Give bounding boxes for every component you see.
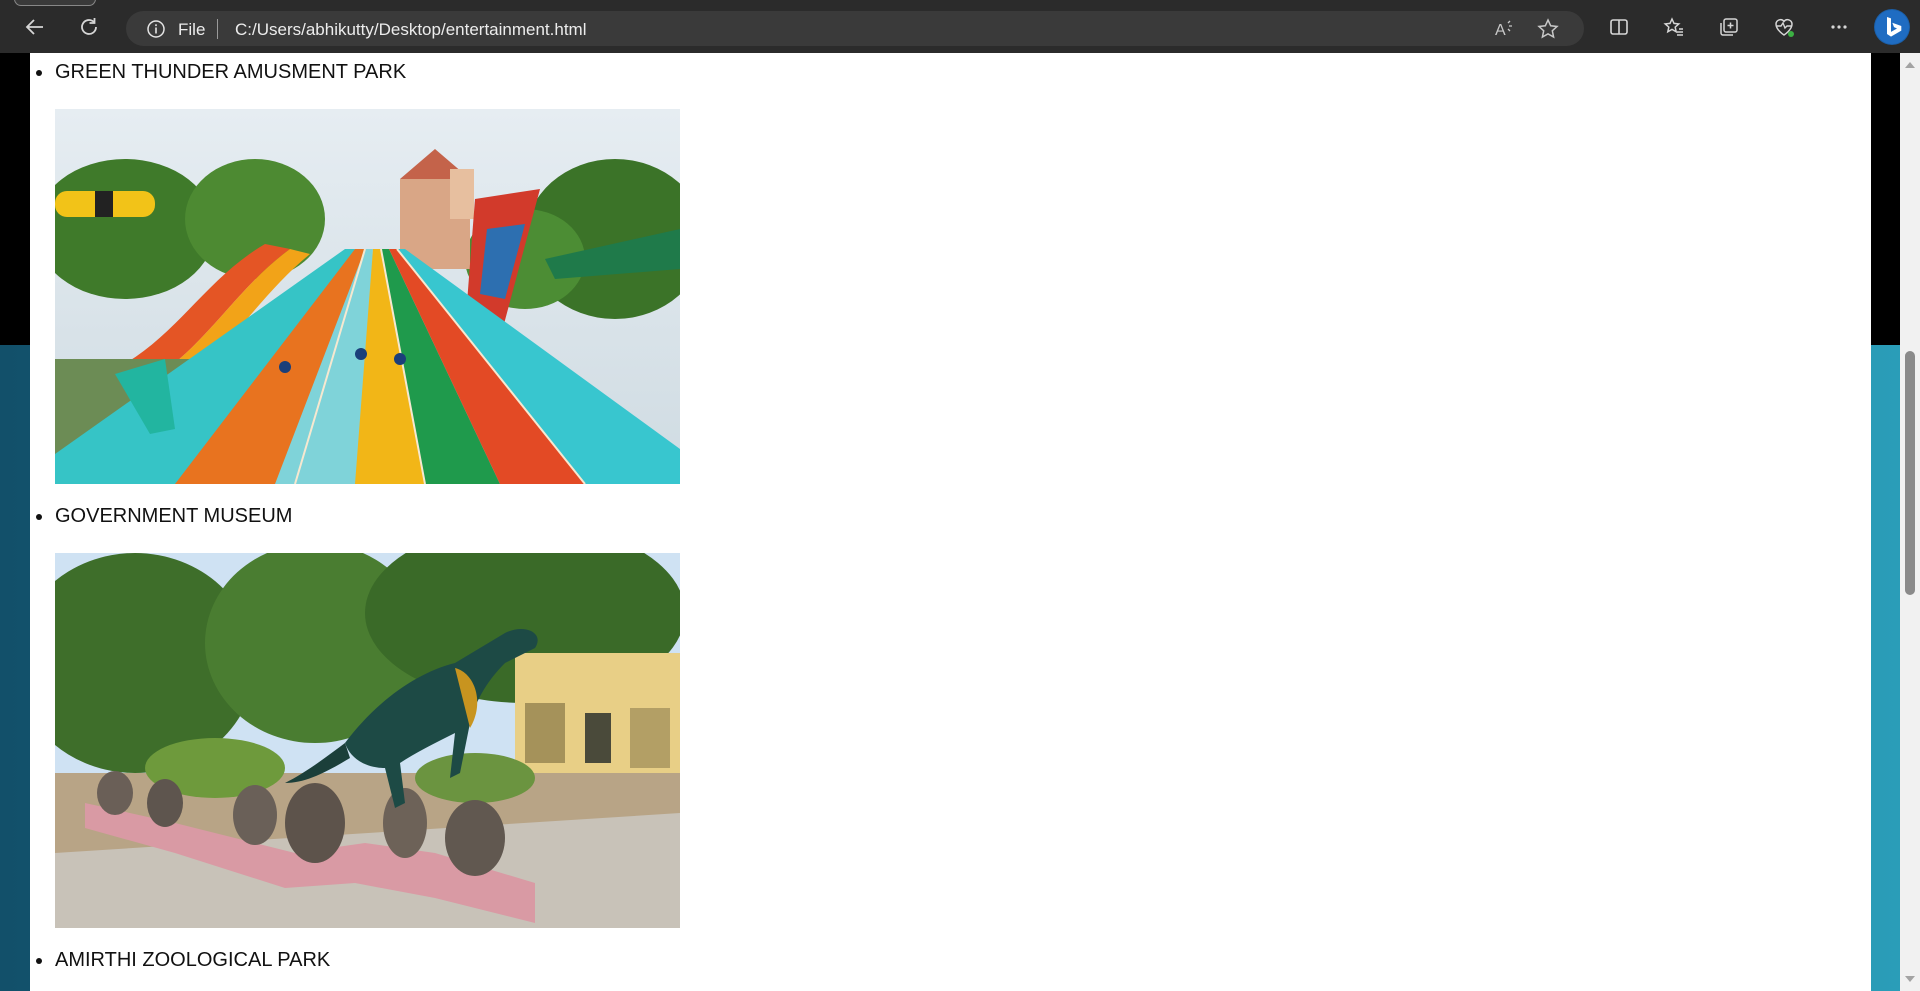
reload-icon[interactable] xyxy=(73,11,105,43)
bing-copilot-icon[interactable] xyxy=(1874,9,1910,45)
star-icon[interactable] xyxy=(1536,17,1560,41)
browser-tab[interactable] xyxy=(14,0,96,6)
scrollbar-thumb[interactable] xyxy=(1905,351,1915,595)
back-arrow-icon[interactable] xyxy=(19,11,51,43)
split-screen-icon[interactable] xyxy=(1603,11,1635,43)
address-url[interactable]: C:/Users/abhikutty/Desktop/entertainment… xyxy=(235,20,586,40)
place-name: GOVERNMENT MUSEUM xyxy=(55,505,293,527)
collections-icon[interactable] xyxy=(1713,11,1745,43)
page-content: GREEN THUNDER AMUSMENT PARK GOVERNMENT M… xyxy=(30,53,1871,991)
page-viewport: GREEN THUNDER AMUSMENT PARK GOVERNMENT M… xyxy=(0,53,1900,991)
more-icon[interactable] xyxy=(1823,11,1855,43)
favorites-icon[interactable] xyxy=(1658,11,1690,43)
place-name: AMIRTHI ZOOLOGICAL PARK xyxy=(55,949,331,971)
svg-text:A: A xyxy=(1495,22,1506,39)
info-icon[interactable] xyxy=(146,19,166,39)
bullet xyxy=(36,70,42,76)
address-scheme: File xyxy=(178,20,206,39)
browser-essentials-icon[interactable] xyxy=(1768,11,1800,43)
browser-toolbar: File C:/Users/abhikutty/Desktop/entertai… xyxy=(0,0,1920,53)
scroll-down-arrow-icon[interactable] xyxy=(1905,976,1915,982)
address-bar[interactable]: File C:/Users/abhikutty/Desktop/entertai… xyxy=(126,11,1584,46)
scroll-up-arrow-icon[interactable] xyxy=(1905,62,1915,68)
museum-photo xyxy=(55,553,680,928)
amusement-park-photo xyxy=(55,109,680,484)
address-separator xyxy=(217,19,218,39)
vertical-scrollbar[interactable] xyxy=(1900,53,1920,991)
read-aloud-icon[interactable]: A xyxy=(1492,17,1516,41)
bullet xyxy=(36,514,42,520)
place-name: GREEN THUNDER AMUSMENT PARK xyxy=(55,61,407,83)
bullet xyxy=(36,958,42,964)
